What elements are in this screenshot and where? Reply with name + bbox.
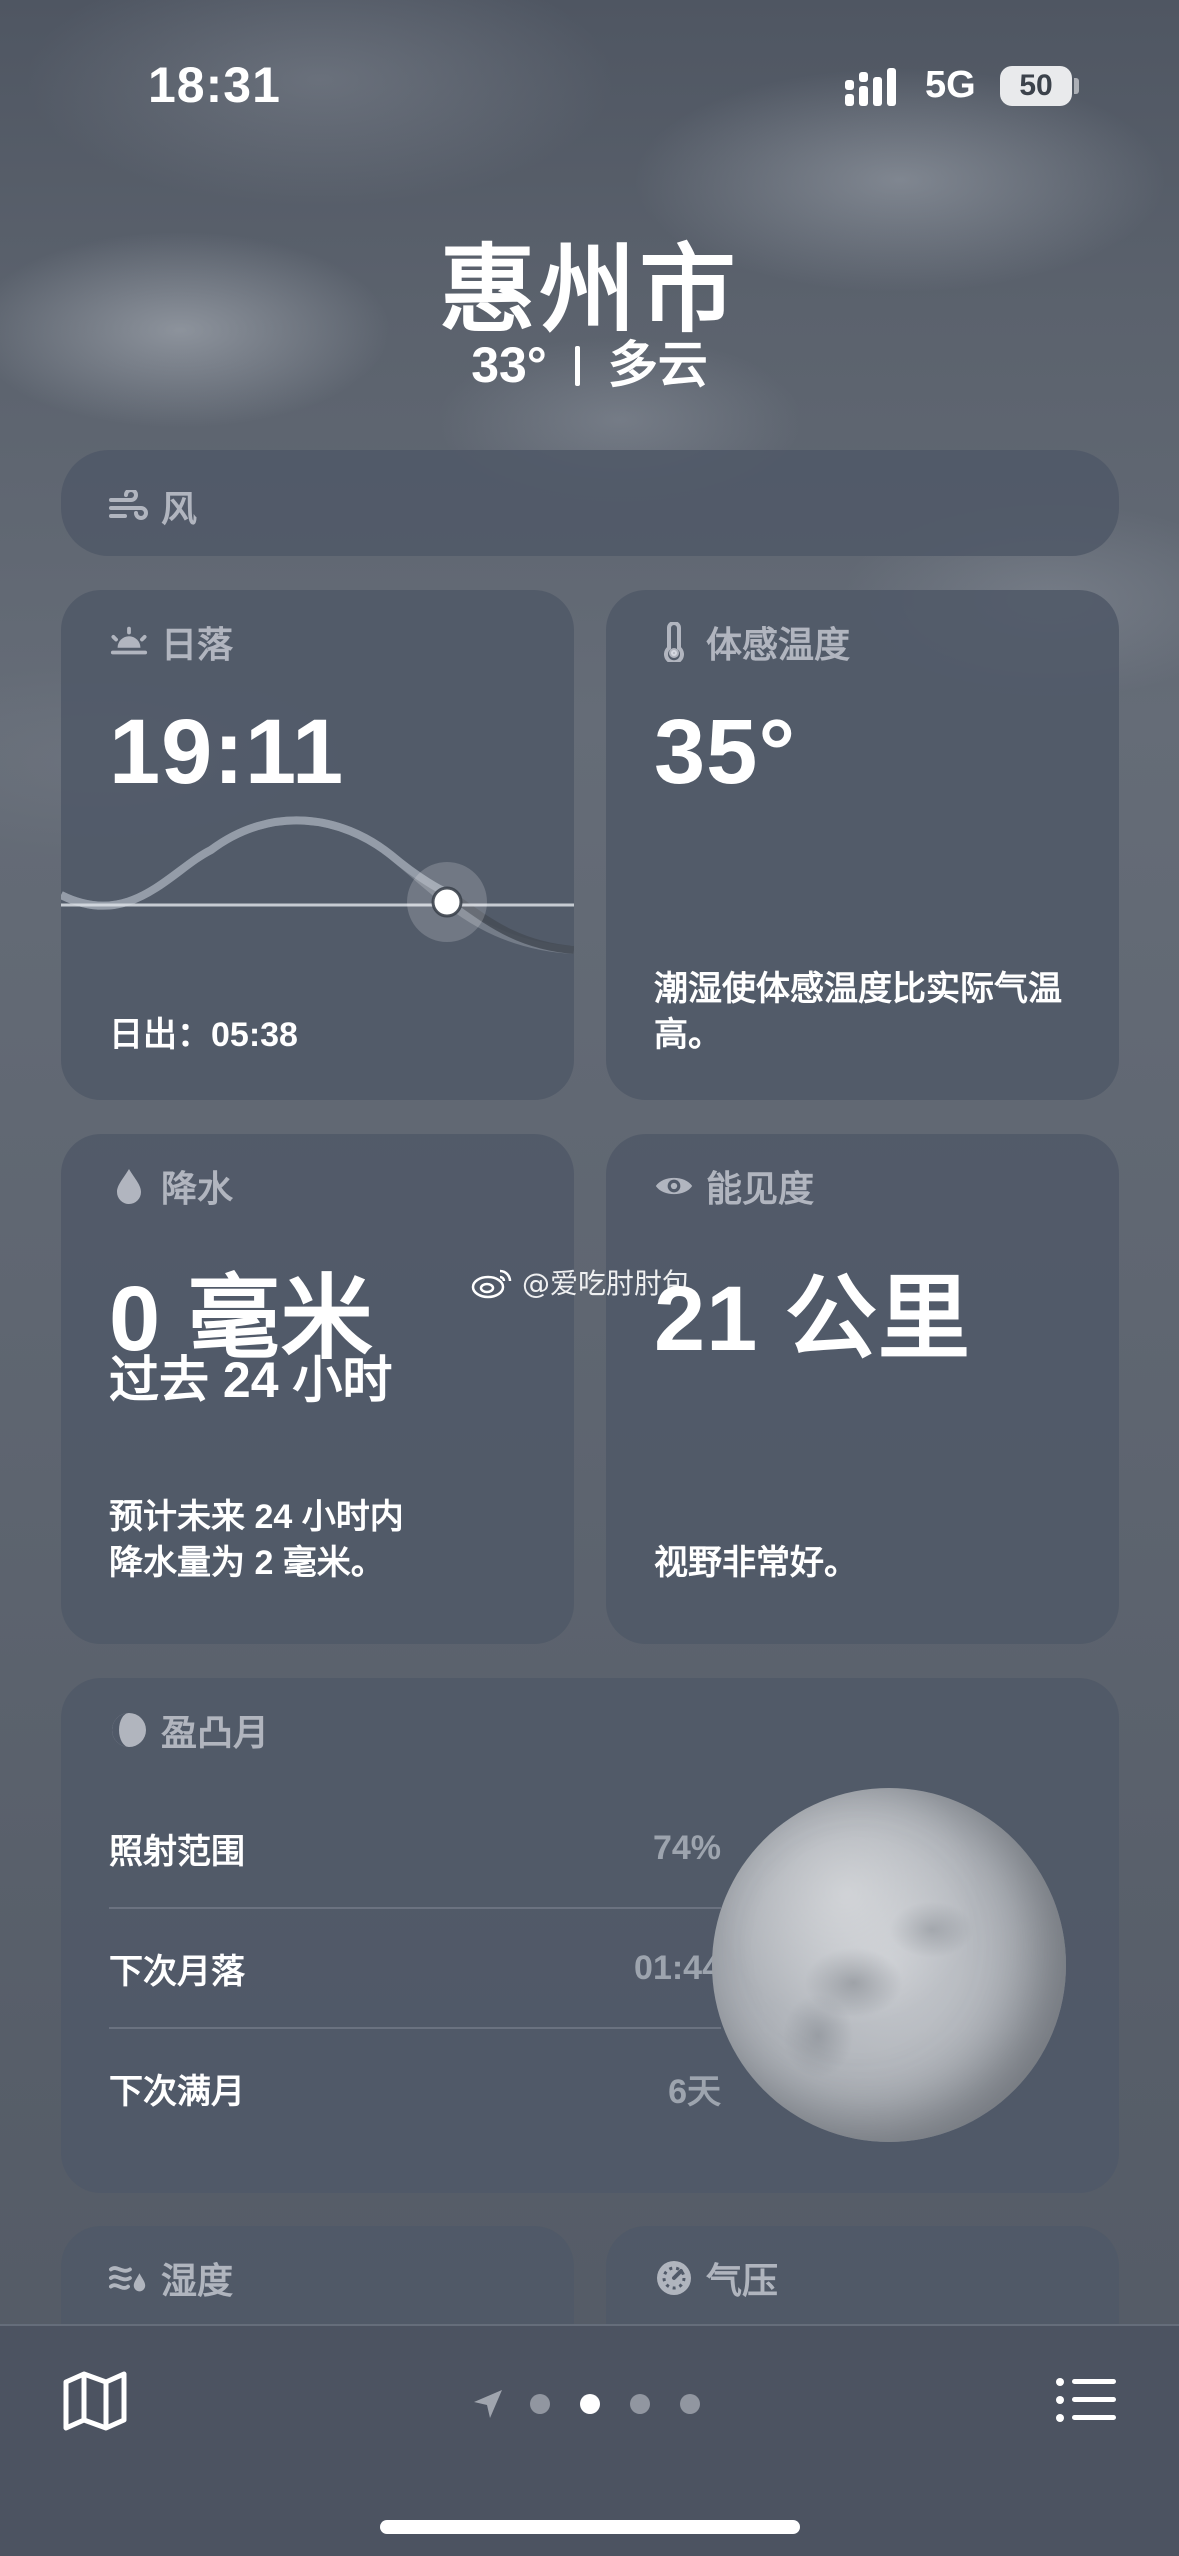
visibility-description: 视野非常好。	[654, 1544, 858, 1582]
page-dot[interactable]	[530, 2394, 550, 2414]
wind-title: 风	[161, 488, 198, 529]
sun-path-graph	[61, 816, 574, 954]
thermometer-icon	[654, 622, 694, 662]
moon-next-moonset-row: 下次月落 01:44	[109, 1908, 721, 2028]
watermark-text: @爱吃肘肘包	[522, 1267, 691, 1300]
feels-like-card[interactable]: 体感温度 35° 潮湿使体感温度比实际气温高。	[606, 590, 1119, 1100]
moon-row-label: 下次月落	[109, 1952, 245, 1991]
humidity-card-title: 湿度	[109, 2252, 233, 2304]
battery-level: 50	[1019, 69, 1053, 102]
current-condition: 多云	[607, 337, 708, 393]
sunset-title: 日落	[161, 624, 234, 665]
sunrise-time: 日出：05:38	[109, 1016, 298, 1054]
feels-like-description: 潮湿使体感温度比实际气温高。	[654, 970, 1062, 1054]
precipitation-period: 过去 24 小时	[109, 1352, 393, 1408]
feels-like-title: 体感温度	[706, 624, 851, 665]
bottom-toolbar	[0, 2324, 1179, 2556]
wind-card-title: 风	[109, 480, 197, 532]
precipitation-forecast-line2: 降水量为 2 毫米。	[109, 1544, 385, 1582]
page-indicator[interactable]	[470, 2384, 730, 2424]
current-temperature: 33°	[471, 337, 547, 393]
feels-like-value: 35°	[654, 701, 797, 803]
page-dot[interactable]	[680, 2394, 700, 2414]
visibility-card-title: 能见度	[654, 1160, 814, 1212]
moon-row-value: 74%	[652, 1828, 721, 1867]
moon-card-title: 盈凸月	[109, 1704, 269, 1756]
precipitation-card-title: 降水	[109, 1160, 233, 1212]
wind-card[interactable]: 风	[61, 450, 1119, 556]
map-icon[interactable]	[60, 2366, 130, 2436]
precipitation-title: 降水	[161, 1168, 234, 1209]
page-dot-active[interactable]	[580, 2394, 600, 2414]
weibo-logo-icon	[471, 1269, 512, 1299]
list-icon[interactable]	[1050, 2366, 1120, 2436]
moon-phase-icon	[109, 1710, 149, 1750]
page-dot[interactable]	[630, 2394, 650, 2414]
status-bar: 18:31 5G 50	[0, 0, 1179, 150]
eye-icon	[654, 1166, 694, 1206]
moon-illumination-row: 照射范围 74%	[109, 1788, 721, 1908]
moon-row-label: 下次满月	[109, 2072, 245, 2111]
cellular-signal-icon	[845, 68, 896, 106]
wind-icon	[109, 486, 149, 526]
location-arrow-icon[interactable]	[470, 2386, 506, 2422]
sunset-icon	[109, 622, 149, 662]
precipitation-card[interactable]: 降水 0 毫米 过去 24 小时 预计未来 24 小时内 降水量为 2 毫米。	[61, 1134, 574, 1644]
gauge-icon	[654, 2258, 694, 2298]
network-type: 5G	[925, 64, 976, 106]
visibility-value: 21 公里	[654, 1268, 971, 1370]
battery-icon: 50	[1000, 66, 1072, 106]
moon-image	[712, 1788, 1066, 2142]
status-time: 18:31	[148, 57, 281, 113]
sunset-time: 19:11	[109, 701, 345, 803]
battery-tip	[1074, 78, 1079, 94]
precipitation-forecast-line1: 预计未来 24 小时内	[109, 1498, 404, 1536]
drop-icon	[109, 1166, 149, 1206]
current-summary: 33° 多云	[0, 325, 1179, 397]
moon-row-label: 照射范围	[109, 1832, 245, 1871]
visibility-card[interactable]: 能见度 21 公里 视野非常好。	[606, 1134, 1119, 1644]
pressure-card-title: 气压	[654, 2252, 778, 2304]
home-indicator[interactable]	[380, 2520, 800, 2534]
moon-card[interactable]: 盈凸月 照射范围 74% 下次月落 01:44 下次满月 6天	[61, 1678, 1119, 2193]
moon-row-value: 01:44	[634, 1948, 721, 1987]
moon-next-full-moon-row: 下次满月 6天	[109, 2028, 721, 2148]
humidity-icon	[109, 2258, 149, 2298]
moon-row-value: 6天	[668, 2072, 721, 2111]
watermark: @爱吃肘肘包	[470, 1262, 690, 1302]
feels-like-card-title: 体感温度	[654, 616, 850, 668]
moon-title: 盈凸月	[161, 1712, 270, 1753]
humidity-title: 湿度	[161, 2260, 234, 2301]
sunset-card[interactable]: 日落 19:11 日出：05:38	[61, 590, 574, 1100]
summary-separator	[574, 346, 580, 386]
pressure-title: 气压	[706, 2260, 779, 2301]
visibility-title: 能见度	[706, 1168, 815, 1209]
sunset-card-title: 日落	[109, 616, 233, 668]
